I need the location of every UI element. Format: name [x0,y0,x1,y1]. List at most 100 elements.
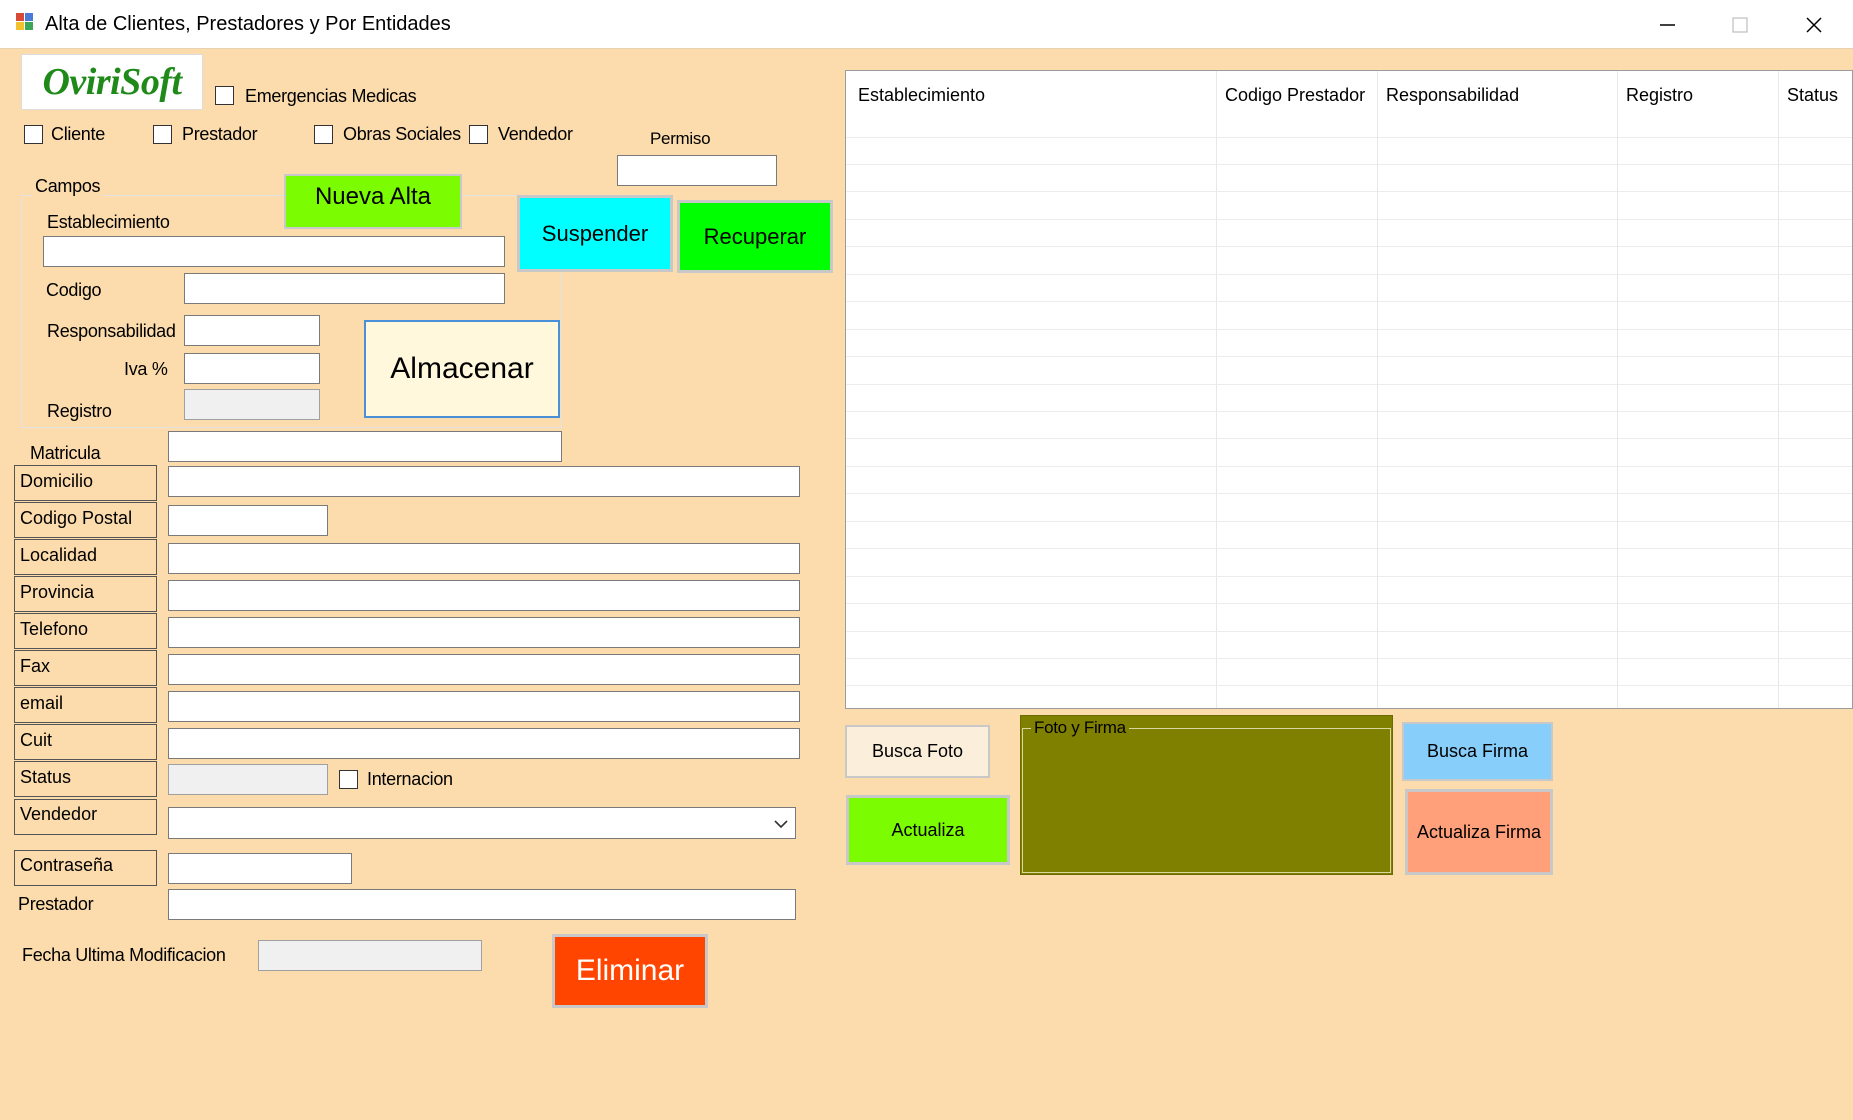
registro-input [184,389,320,420]
grid-header-status[interactable]: Status [1787,85,1838,106]
fax-input[interactable] [168,654,800,685]
prestador-checkbox[interactable] [153,125,172,144]
provincia-label: Provincia [14,576,157,612]
codigo-postal-input[interactable] [168,505,328,536]
foto-firma-frame [1022,728,1391,873]
grid-col-divider [1216,71,1217,708]
grid-row-line [846,164,1852,165]
fecha-ultima-input [258,940,482,971]
close-icon[interactable] [1794,10,1834,40]
title-bar: Alta de Clientes, Prestadores y Por Enti… [0,0,1853,49]
matricula-label: Matricula [30,443,101,463]
grid-row-line [846,246,1852,247]
window-title: Alta de Clientes, Prestadores y Por Enti… [45,13,451,35]
grid-row-line [846,438,1852,439]
grid-row-line [846,603,1852,604]
responsabilidad-input[interactable] [184,315,320,346]
grid-row-line [846,493,1852,494]
email-input[interactable] [168,691,800,722]
grid-row-line [846,301,1852,302]
emergencias-checkbox[interactable] [215,86,234,105]
emergencias-label: Emergencias Medicas [245,86,417,106]
grid-row-line [846,466,1852,467]
internacion-checkbox[interactable] [339,770,358,789]
campos-label: Campos [32,176,104,197]
permiso-input[interactable] [617,155,777,186]
suspender-button[interactable]: Suspender [517,195,673,272]
grid-row-line [846,219,1852,220]
app-icon [15,12,35,32]
contrasena-label: Contraseña [14,850,157,886]
cuit-label: Cuit [14,724,157,760]
grid-col-divider [1778,71,1779,708]
responsabilidad-label: Responsabilidad [47,321,176,341]
chevron-down-icon[interactable] [773,816,789,832]
cliente-checkbox[interactable] [24,125,43,144]
codigo-postal-label: Codigo Postal [14,502,157,538]
logo: OviriSoft [21,54,203,110]
localidad-label: Localidad [14,539,157,575]
logo-text: OviriSoft [42,61,182,103]
grid-row-line [846,191,1852,192]
actualiza-button[interactable]: Actualiza [846,795,1010,865]
prestador-input[interactable] [168,889,796,920]
codigo-input[interactable] [184,273,505,304]
domicilio-input[interactable] [168,466,800,497]
grid-row-line [846,356,1852,357]
grid-header-establecimiento[interactable]: Establecimiento [858,85,985,106]
fecha-ultima-label: Fecha Ultima Modificacion [22,945,226,965]
establecimiento-input[interactable] [43,236,505,267]
grid-col-divider [1377,71,1378,708]
foto-firma-panel: Foto y Firma [1020,715,1393,875]
data-grid[interactable]: Establecimiento Codigo Prestador Respons… [845,70,1853,709]
localidad-input[interactable] [168,543,800,574]
vendedor-check-label: Vendedor [498,124,573,144]
busca-foto-button[interactable]: Busca Foto [845,725,990,778]
recuperar-button[interactable]: Recuperar [677,200,833,273]
grid-row-line [846,521,1852,522]
grid-row-line [846,384,1852,385]
status-label: Status [14,761,157,797]
vendedor-label: Vendedor [14,799,157,835]
grid-row-line [846,274,1852,275]
cuit-input[interactable] [168,728,800,759]
grid-row-line [846,576,1852,577]
provincia-input[interactable] [168,580,800,611]
permiso-label: Permiso [650,129,711,148]
almacenar-button[interactable]: Almacenar [364,320,560,418]
grid-row-line [846,685,1852,686]
prestador-label: Prestador [18,894,94,914]
obras-sociales-checkbox[interactable] [314,125,333,144]
minimize-icon[interactable] [1648,10,1688,40]
grid-row-line [846,658,1852,659]
domicilio-label: Domicilio [14,465,157,501]
obras-sociales-label: Obras Sociales [343,124,461,144]
iva-input[interactable] [184,353,320,384]
internacion-label: Internacion [367,769,453,789]
grid-header-registro[interactable]: Registro [1626,85,1693,106]
telefono-label: Telefono [14,613,157,649]
codigo-label: Codigo [46,280,102,300]
vendedor-select[interactable] [168,807,796,839]
telefono-input[interactable] [168,617,800,648]
establecimiento-label: Establecimiento [47,212,170,232]
grid-header-codigo-prestador[interactable]: Codigo Prestador [1225,85,1365,106]
vendedor-checkbox[interactable] [469,125,488,144]
grid-row-line [846,548,1852,549]
grid-row-line [846,329,1852,330]
grid-header-responsabilidad[interactable]: Responsabilidad [1386,85,1519,106]
email-label: email [14,687,157,723]
contrasena-input[interactable] [168,853,352,884]
grid-row-line [846,411,1852,412]
registro-label: Registro [47,401,112,421]
busca-firma-button[interactable]: Busca Firma [1402,722,1553,781]
foto-firma-label: Foto y Firma [1031,718,1129,738]
iva-label: Iva % [124,359,168,379]
maximize-icon[interactable] [1720,10,1760,40]
eliminar-button[interactable]: Eliminar [552,934,708,1008]
matricula-input[interactable] [168,431,562,462]
nueva-alta-button[interactable]: Nueva Alta [284,174,462,229]
actualiza-firma-button[interactable]: Actualiza Firma [1405,789,1553,875]
prestador-label: Prestador [182,124,258,144]
grid-row-line [846,631,1852,632]
